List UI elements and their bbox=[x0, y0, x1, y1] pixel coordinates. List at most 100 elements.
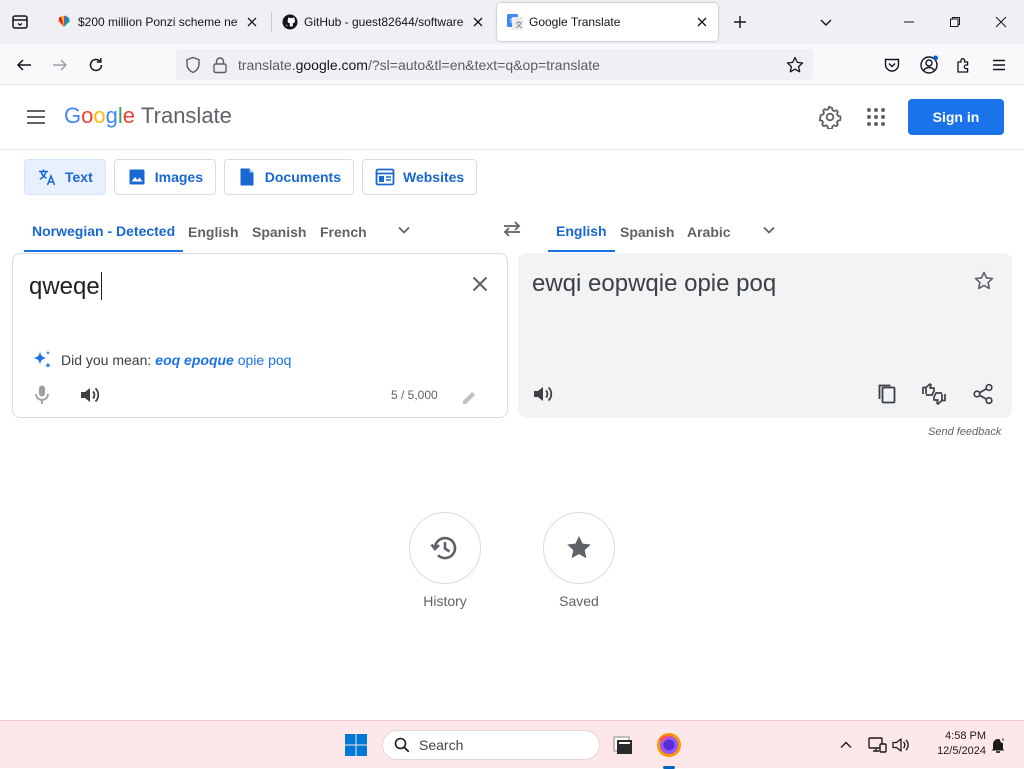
extensions-puzzle-icon[interactable] bbox=[951, 52, 977, 78]
share-translation-icon[interactable] bbox=[970, 381, 996, 407]
swap-languages-icon[interactable] bbox=[498, 216, 526, 242]
mode-websites-button[interactable]: Websites bbox=[362, 159, 477, 195]
target-lang-arabic-tab[interactable]: Arabic bbox=[679, 212, 739, 252]
clock-time: 4:58 PM bbox=[945, 730, 986, 742]
translate-header: Google Translate Sign in bbox=[0, 85, 1024, 150]
listen-translation-speaker-icon[interactable] bbox=[530, 381, 556, 407]
sparkle-icon bbox=[29, 347, 55, 373]
suggestion-rest-part: opie poq bbox=[233, 352, 292, 368]
suggestion-corrected-part: eoq epoque bbox=[155, 352, 234, 368]
clock-date: 12/5/2024 bbox=[937, 745, 986, 757]
settings-gear-icon[interactable] bbox=[816, 103, 844, 131]
close-tab-icon[interactable] bbox=[470, 14, 486, 30]
source-text-input[interactable]: qweqe bbox=[29, 272, 102, 301]
google-apps-grid-icon[interactable] bbox=[862, 103, 890, 131]
website-icon bbox=[375, 167, 395, 187]
tab-title: $200 million Ponzi scheme nets bbox=[78, 15, 238, 29]
address-bar[interactable]: translate.google.com/?sl=auto&tl=en&text… bbox=[176, 49, 813, 80]
tab-title: Google Translate bbox=[529, 15, 621, 29]
target-lang-english-tab[interactable]: English bbox=[548, 212, 615, 252]
listen-source-speaker-icon[interactable] bbox=[77, 382, 103, 408]
source-lang-detected-tab[interactable]: Norwegian - Detected bbox=[24, 212, 184, 252]
source-lang-french-tab[interactable]: French bbox=[312, 212, 375, 252]
account-avatar-icon[interactable] bbox=[916, 52, 942, 78]
taskbar-search-label: Search bbox=[419, 737, 464, 753]
saved-label[interactable]: Saved bbox=[529, 593, 629, 609]
pocket-icon[interactable] bbox=[879, 52, 905, 78]
list-all-tabs-chevron-icon[interactable] bbox=[814, 10, 838, 34]
show-hidden-icons-chevron-icon[interactable] bbox=[836, 735, 856, 755]
history-label[interactable]: History bbox=[395, 593, 495, 609]
source-lang-spanish-tab[interactable]: Spanish bbox=[244, 212, 314, 252]
logo-letter: G bbox=[64, 103, 82, 128]
svg-text:文: 文 bbox=[516, 20, 523, 29]
source-lang-english-tab[interactable]: English bbox=[180, 212, 247, 252]
translation-output-panel: ewqi eopwqie opie poq bbox=[518, 253, 1012, 418]
browser-tab-strip: $200 million Ponzi scheme nets GitHub - … bbox=[0, 0, 1024, 44]
browser-tab-google-translate[interactable]: G文 Google Translate bbox=[497, 3, 718, 41]
notification-bell-icon[interactable] bbox=[988, 735, 1008, 755]
windows-taskbar: Search 4:58 PM 12/5/2024 bbox=[0, 720, 1024, 769]
network-icon[interactable] bbox=[867, 735, 887, 755]
firefox-icon[interactable] bbox=[653, 729, 685, 769]
google-translate-icon: G文 bbox=[507, 14, 523, 30]
close-window-icon[interactable] bbox=[978, 0, 1024, 44]
source-text-panel: qweqe Did you mean: eoq epoque opie poq … bbox=[12, 253, 508, 418]
minimize-window-icon[interactable] bbox=[886, 0, 932, 44]
did-you-mean-label: Did you mean: bbox=[61, 352, 152, 368]
windows-start-icon[interactable] bbox=[344, 733, 368, 757]
saved-star-icon bbox=[564, 533, 594, 563]
mode-images-button[interactable]: Images bbox=[114, 159, 216, 195]
tab-title: GitHub - guest82644/software- bbox=[304, 15, 464, 29]
file-explorer-icon[interactable] bbox=[607, 729, 639, 761]
main-menu-icon[interactable] bbox=[22, 105, 50, 129]
mode-documents-button[interactable]: Documents bbox=[224, 159, 354, 195]
translate-icon bbox=[37, 167, 57, 187]
microphone-icon[interactable] bbox=[29, 382, 55, 408]
tab-list-icon[interactable] bbox=[8, 10, 32, 34]
copy-translation-icon[interactable] bbox=[874, 381, 900, 407]
forward-arrow-icon[interactable] bbox=[47, 52, 73, 78]
google-translate-logo[interactable]: Google Translate bbox=[64, 103, 232, 129]
more-source-languages-chevron-icon[interactable] bbox=[390, 218, 418, 242]
source-text-value: qweqe bbox=[29, 273, 100, 300]
bookmark-star-icon[interactable] bbox=[785, 55, 805, 75]
target-lang-spanish-tab[interactable]: Spanish bbox=[612, 212, 682, 252]
hamburger-menu-icon[interactable] bbox=[986, 52, 1012, 78]
send-feedback-link[interactable]: Send feedback bbox=[928, 426, 1001, 438]
url-text[interactable]: translate.google.com/?sl=auto&tl=en&text… bbox=[238, 57, 600, 73]
mode-text-button[interactable]: Text bbox=[24, 159, 106, 195]
text-cursor bbox=[100, 272, 102, 300]
url-domain: google.com bbox=[295, 57, 368, 73]
browser-tab-ponzi[interactable]: $200 million Ponzi scheme nets bbox=[46, 3, 268, 41]
saved-button[interactable] bbox=[543, 512, 615, 584]
logo-letter: g bbox=[105, 103, 118, 128]
taskbar-search-box[interactable]: Search bbox=[382, 730, 600, 760]
history-button[interactable] bbox=[409, 512, 481, 584]
product-name: Translate bbox=[141, 103, 232, 128]
translation-text: ewqi eopwqie opie poq bbox=[532, 270, 777, 297]
restore-window-icon[interactable] bbox=[932, 0, 978, 44]
reload-icon[interactable] bbox=[83, 52, 109, 78]
more-target-languages-chevron-icon[interactable] bbox=[755, 218, 783, 242]
lock-icon[interactable] bbox=[212, 56, 228, 74]
browser-navigation-bar: translate.google.com/?sl=auto&tl=en&text… bbox=[0, 44, 1024, 85]
sign-in-button[interactable]: Sign in bbox=[908, 99, 1004, 135]
did-you-mean-suggestion: Did you mean: eoq epoque opie poq bbox=[29, 347, 291, 373]
volume-speaker-icon[interactable] bbox=[891, 735, 911, 755]
close-tab-icon[interactable] bbox=[244, 14, 260, 30]
clear-source-text-icon[interactable] bbox=[468, 272, 492, 296]
logo-letter: e bbox=[122, 103, 136, 128]
search-icon bbox=[393, 736, 411, 754]
url-path: /?sl=auto&tl=en&text=q&op=translate bbox=[367, 57, 600, 73]
rate-translation-thumbs-icon[interactable] bbox=[920, 381, 948, 407]
browser-tab-github[interactable]: GitHub - guest82644/software- bbox=[272, 3, 494, 41]
tracking-protection-shield-icon[interactable] bbox=[184, 56, 202, 74]
new-tab-plus-icon[interactable] bbox=[728, 10, 752, 34]
close-tab-icon[interactable] bbox=[694, 14, 710, 30]
edit-pencil-icon[interactable] bbox=[459, 388, 479, 408]
taskbar-clock[interactable]: 4:58 PM 12/5/2024 bbox=[918, 729, 986, 759]
save-translation-star-icon[interactable] bbox=[972, 269, 996, 293]
back-arrow-icon[interactable] bbox=[11, 52, 37, 78]
suggestion-link[interactable]: eoq epoque opie poq bbox=[155, 352, 291, 368]
